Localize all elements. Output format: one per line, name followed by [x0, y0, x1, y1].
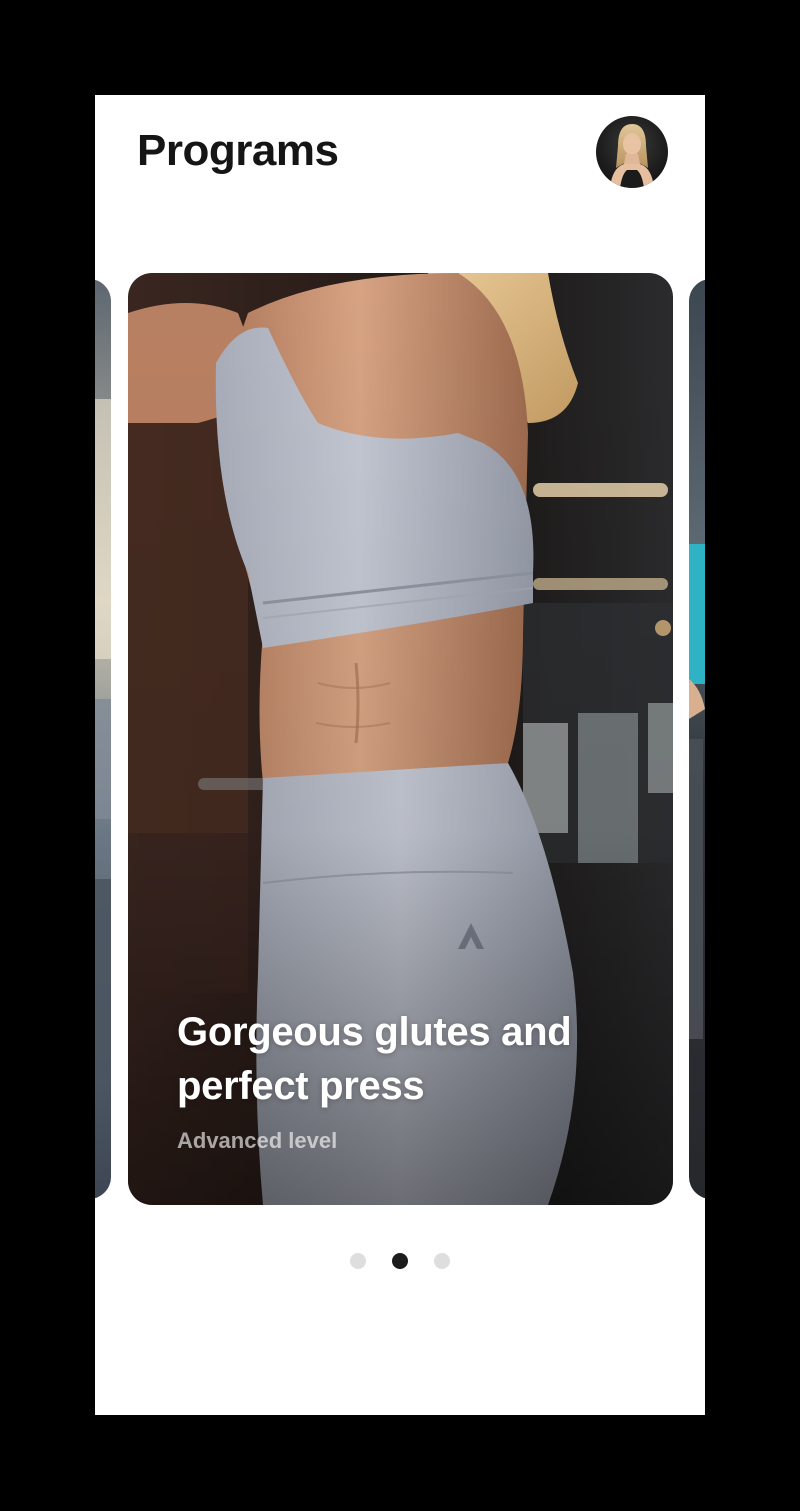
program-photo-previous	[95, 279, 111, 1199]
program-card[interactable]: Gorgeous glutes and perfect press Advanc…	[128, 273, 673, 1205]
program-title: Gorgeous glutes and perfect press	[177, 1010, 572, 1108]
header: Programs	[95, 95, 705, 225]
user-avatar-icon	[596, 116, 668, 188]
app-screen: Programs Gorgeous glutes and perfect pre…	[95, 95, 705, 1415]
device-frame: Programs Gorgeous glutes and perfect pre…	[0, 0, 800, 1511]
carousel-pager	[95, 1253, 705, 1271]
program-level: Advanced level	[177, 1128, 338, 1153]
program-card-next[interactable]	[689, 279, 705, 1199]
program-card-text: Gorgeous glutes and perfect press Advanc…	[177, 1005, 647, 1155]
program-photo-next	[689, 279, 705, 1199]
avatar[interactable]	[596, 116, 668, 188]
pager-dot-1[interactable]	[350, 1253, 366, 1269]
pager-dot-3[interactable]	[434, 1253, 450, 1269]
program-card-previous[interactable]	[95, 279, 111, 1199]
pager-dot-2-active[interactable]	[392, 1253, 408, 1269]
page-title: Programs	[137, 126, 339, 175]
programs-carousel[interactable]: Gorgeous glutes and perfect press Advanc…	[95, 273, 705, 1205]
